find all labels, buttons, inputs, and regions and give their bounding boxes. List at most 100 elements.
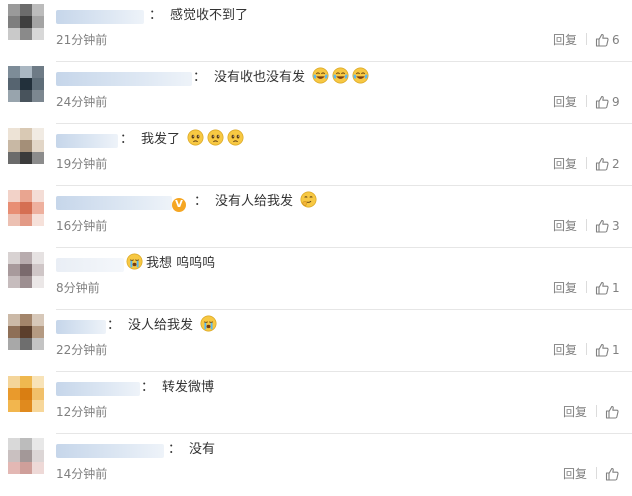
colon: ： (120, 132, 134, 147)
like-count: 1 (612, 343, 620, 357)
divider (586, 281, 587, 293)
avatar[interactable] (8, 4, 44, 40)
timestamp: 24分钟前 (56, 95, 108, 109)
reply-button[interactable]: 回复 (553, 94, 577, 110)
username-blurred[interactable] (56, 444, 164, 458)
like-button[interactable]: 2 (595, 155, 620, 173)
reply-button[interactable]: 回复 (553, 280, 577, 296)
avatar[interactable] (8, 66, 44, 102)
reply-button[interactable]: 回复 (553, 342, 577, 358)
thumbs-up-icon (595, 33, 609, 47)
comment-text: 我发了 (141, 132, 181, 147)
avatar[interactable] (8, 376, 44, 412)
timestamp: 8分钟前 (56, 281, 100, 295)
like-count: 3 (612, 219, 620, 233)
colon: ： (149, 8, 163, 23)
comment-item: ： 转发微博 12分钟前 回复 (0, 372, 632, 434)
divider (596, 405, 597, 417)
comment-item: V ： 没有人给我发 16分钟前 回复 3 (0, 186, 632, 248)
comment-text: 感觉收不到了 (170, 8, 249, 23)
avatar[interactable] (8, 128, 44, 164)
crying-emoji (126, 253, 143, 270)
comment-text-wrap: ： 感觉收不到了 (149, 5, 248, 27)
comment-item: 我想 呜呜呜 8分钟前 回复 1 (0, 248, 632, 310)
thumbs-up-icon (605, 467, 619, 481)
divider (586, 157, 587, 169)
like-button[interactable]: 6 (595, 31, 620, 49)
like-count: 9 (612, 95, 620, 109)
worried-emoji (207, 129, 224, 146)
divider (586, 219, 587, 231)
username-blurred[interactable] (56, 382, 140, 396)
thumbs-up-icon (595, 343, 609, 357)
comment-text-wrap: ： 转发微博 (141, 377, 214, 399)
username-blurred[interactable] (56, 134, 118, 148)
like-count: 1 (612, 281, 620, 295)
comment-item: ： 没人给我发 22分钟前 回复 1 (0, 310, 632, 372)
like-button[interactable]: 9 (595, 93, 620, 111)
crying-emoji (200, 315, 217, 332)
laugh-cry-emoji (312, 67, 329, 84)
timestamp: 16分钟前 (56, 219, 108, 233)
timestamp: 12分钟前 (56, 405, 108, 419)
comment-text: 我想 呜呜呜 (146, 256, 216, 271)
thumbs-up-icon (605, 405, 619, 419)
divider (586, 33, 587, 45)
timestamp: 22分钟前 (56, 343, 108, 357)
divider (596, 467, 597, 479)
comment-item: ： 感觉收不到了 21分钟前 回复 6 (0, 0, 632, 62)
reply-button[interactable]: 回复 (553, 32, 577, 48)
laugh-cry-emoji (352, 67, 369, 84)
like-button[interactable]: 3 (595, 217, 620, 235)
like-button[interactable]: 1 (595, 279, 620, 297)
comment-text-wrap: ： 没人给我发 (107, 315, 217, 337)
avatar[interactable] (8, 314, 44, 350)
username-blurred[interactable] (56, 196, 172, 210)
username-blurred[interactable] (56, 72, 192, 86)
like-count: 2 (612, 157, 620, 171)
comment-text-wrap: ： 没有收也没有发 (193, 67, 369, 89)
timestamp: 14分钟前 (56, 467, 108, 481)
comment-text-wrap: 我想 呜呜呜 (126, 253, 215, 275)
avatar[interactable] (8, 438, 44, 474)
comment-text-wrap: ： 我发了 (120, 129, 244, 151)
laugh-cry-emoji (332, 67, 349, 84)
reply-button[interactable]: 回复 (563, 404, 587, 420)
timestamp: 21分钟前 (56, 33, 108, 47)
comment-list: ： 感觉收不到了 21分钟前 回复 6 ： 没有收也没有发 24分钟前 回复 9 ：… (0, 0, 632, 487)
colon: ： (194, 194, 208, 209)
comment-text-wrap: V ： 没有人给我发 (172, 191, 317, 213)
like-button[interactable] (605, 465, 622, 483)
divider (586, 95, 587, 107)
worried-emoji (187, 129, 204, 146)
divider (586, 343, 587, 355)
avatar[interactable] (8, 190, 44, 226)
colon: ： (193, 70, 207, 85)
comment-text: 没人给我发 (128, 318, 194, 333)
colon: ： (141, 380, 155, 395)
username-blurred[interactable] (56, 10, 144, 24)
thumbs-up-icon (595, 219, 609, 233)
think-emoji (300, 191, 317, 208)
reply-button[interactable]: 回复 (553, 218, 577, 234)
comment-text: 没有 (189, 442, 216, 457)
verified-badge: V (172, 198, 186, 212)
avatar[interactable] (8, 252, 44, 288)
username-blurred[interactable] (56, 258, 124, 272)
worried-emoji (227, 129, 244, 146)
thumbs-up-icon (595, 95, 609, 109)
comment-item: ： 没有收也没有发 24分钟前 回复 9 (0, 62, 632, 124)
reply-button[interactable]: 回复 (563, 466, 587, 482)
comment-text-wrap: ： 没有 (168, 439, 215, 461)
like-button[interactable] (605, 403, 622, 421)
colon: ： (168, 442, 182, 457)
thumbs-up-icon (595, 281, 609, 295)
comment-text: 转发微博 (162, 380, 215, 395)
like-button[interactable]: 1 (595, 341, 620, 359)
comment-text: 没有收也没有发 (214, 70, 306, 85)
thumbs-up-icon (595, 157, 609, 171)
like-count: 6 (612, 33, 620, 47)
username-blurred[interactable] (56, 320, 106, 334)
colon: ： (107, 318, 121, 333)
reply-button[interactable]: 回复 (553, 156, 577, 172)
